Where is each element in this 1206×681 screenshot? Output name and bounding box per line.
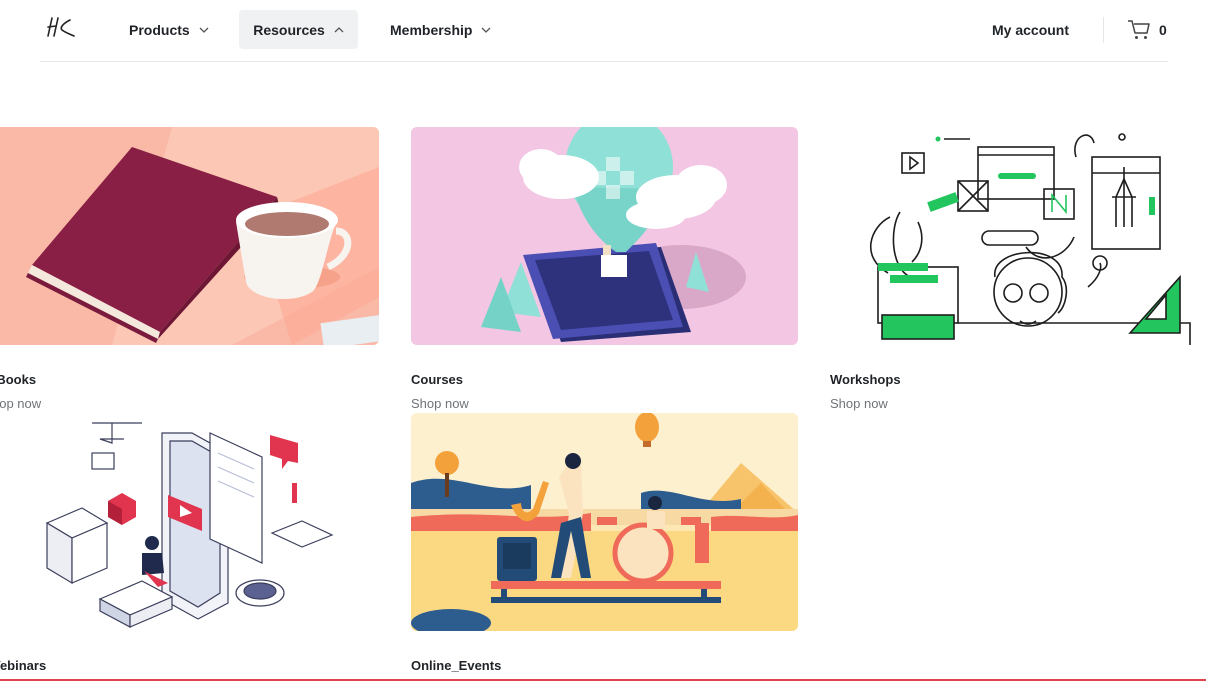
card-title[interactable]: Vebinars [0,658,46,673]
chevron-down-icon [482,27,491,33]
workshop-line-art-illustration [830,127,1206,345]
nav-resources-label: Resources [253,21,325,38]
nav-membership[interactable]: Membership [390,10,491,49]
card-title[interactable]: Courses [411,372,463,387]
brand-logo-icon[interactable] [44,14,78,40]
nav-products[interactable]: Products [129,10,209,49]
my-account-link[interactable]: My account [992,10,1069,49]
balloon-phone-illustration [411,127,798,345]
my-account-label: My account [992,21,1070,38]
shop-now-link[interactable]: Shop now [411,396,469,411]
chevron-down-icon [199,27,209,33]
cart-count: 0 [1159,22,1167,38]
book-and-cup-illustration [0,127,379,345]
workshops-image [830,127,1206,345]
webinars-image [0,413,379,631]
header-divider-line [40,61,1168,62]
shop-now-link[interactable]: Shop now [830,396,888,411]
ebooks-image [0,127,379,345]
courses-image [411,127,798,345]
header-divider [1103,17,1104,43]
card-title[interactable]: Workshops [830,372,901,387]
cart-button[interactable]: 0 [1127,16,1167,44]
nav-membership-label: Membership [390,21,473,38]
card-title[interactable]: -Books [0,372,36,387]
shop-now-link[interactable]: hop now [0,396,41,411]
online-events-image [411,413,798,631]
nav-resources[interactable]: Resources [239,10,358,49]
chevron-up-icon [334,26,344,32]
nav-products-label: Products [129,21,190,38]
isometric-webinar-illustration [0,413,379,631]
top-navigation: Products Resources Membership My account… [0,0,1206,62]
cart-icon [1128,20,1150,39]
concert-illustration [411,413,798,631]
card-title[interactable]: Online_Events [411,658,501,673]
